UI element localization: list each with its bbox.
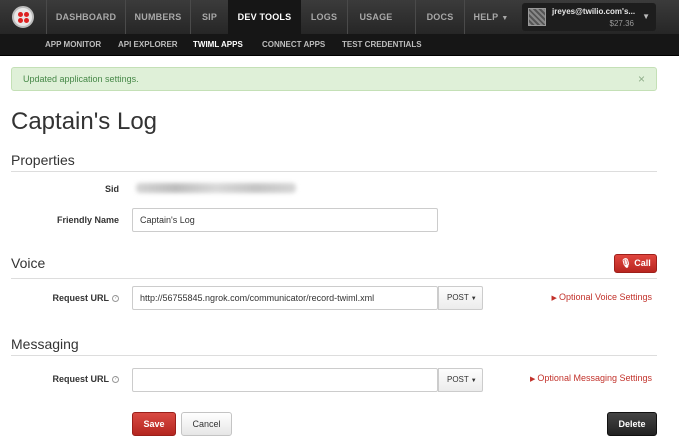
messaging-request-url-label: Request URL? xyxy=(52,374,119,384)
voice-method-select[interactable]: POST ▼ xyxy=(438,286,483,310)
success-alert: Updated application settings. × xyxy=(11,67,657,91)
microphone-icon: 🎙 xyxy=(620,258,632,268)
messaging-request-url-input[interactable] xyxy=(132,368,438,392)
save-button[interactable]: Save xyxy=(132,412,176,436)
subnav-item-api-explorer[interactable]: API EXPLORER xyxy=(118,34,178,56)
chevron-down-icon: ▼ xyxy=(642,12,650,21)
chevron-down-icon: ▼ xyxy=(501,15,509,22)
section-title-properties: Properties xyxy=(11,152,75,168)
voice-request-url-input[interactable] xyxy=(132,286,438,310)
close-icon[interactable]: × xyxy=(638,72,645,86)
nav-item-docs[interactable]: DOCS xyxy=(416,0,464,34)
call-button-label: Call xyxy=(634,258,651,268)
subnav-item-twiml-apps[interactable]: TWIML APPS xyxy=(193,34,243,56)
caret-right-icon: ▶ xyxy=(551,295,557,302)
nav-item-sip[interactable]: SIP xyxy=(191,0,228,34)
section-title-voice: Voice xyxy=(11,255,46,271)
optional-voice-settings-label: Optional Voice Settings xyxy=(558,292,652,302)
caret-down-icon: ▼ xyxy=(470,296,477,302)
twilio-logo-icon[interactable] xyxy=(12,6,34,28)
voice-method-value: POST xyxy=(447,293,469,302)
caret-right-icon: ▶ xyxy=(530,376,536,383)
help-icon[interactable]: ? xyxy=(112,295,119,303)
optional-messaging-settings-link[interactable]: ▶ Optional Messaging Settings xyxy=(530,373,652,383)
section-divider xyxy=(11,278,657,279)
voice-request-url-label: Request URL? xyxy=(52,293,119,303)
sub-navigation: APP MONITOR API EXPLORER TWIML APPS CONN… xyxy=(0,34,679,56)
sid-label: Sid xyxy=(104,184,119,194)
call-button[interactable]: 🎙 Call xyxy=(614,254,657,273)
nav-item-dashboard[interactable]: DASHBOARD xyxy=(47,0,125,34)
optional-voice-settings-link[interactable]: ▶ Optional Voice Settings xyxy=(552,292,652,302)
nav-item-numbers[interactable]: NUMBERS xyxy=(126,0,190,34)
nav-item-logs[interactable]: LOGS xyxy=(301,0,347,34)
sid-value-redacted xyxy=(136,183,296,193)
caret-down-icon: ▼ xyxy=(470,378,477,384)
messaging-request-url-label-text: Request URL xyxy=(52,374,109,384)
nav-item-dev-tools[interactable]: DEV TOOLS xyxy=(228,0,301,34)
nav-item-help[interactable]: HELP ▼ xyxy=(465,0,517,34)
section-divider xyxy=(11,171,657,172)
help-icon[interactable]: ? xyxy=(112,376,119,384)
nav-item-help-label: HELP xyxy=(473,12,499,22)
cancel-button[interactable]: Cancel xyxy=(181,412,232,436)
subnav-item-test-credentials[interactable]: TEST CREDENTIALS xyxy=(342,34,422,56)
page-title: Captain's Log xyxy=(11,108,158,135)
messaging-method-value: POST xyxy=(447,375,469,384)
section-divider xyxy=(11,355,657,356)
friendly-name-label: Friendly Name xyxy=(56,215,119,225)
optional-messaging-settings-label: Optional Messaging Settings xyxy=(537,373,652,383)
account-menu[interactable]: jreyes@twilio.com's... $27.36 ▼ xyxy=(522,3,656,31)
voice-request-url-label-text: Request URL xyxy=(52,293,109,303)
nav-item-usage[interactable]: USAGE xyxy=(348,0,404,34)
account-email: jreyes@twilio.com's... xyxy=(552,7,636,16)
section-title-messaging: Messaging xyxy=(11,336,79,352)
messaging-method-select[interactable]: POST ▼ xyxy=(438,368,483,392)
subnav-item-connect-apps[interactable]: CONNECT APPS xyxy=(262,34,325,56)
friendly-name-input[interactable] xyxy=(132,208,438,232)
delete-button[interactable]: Delete xyxy=(607,412,657,436)
avatar xyxy=(528,8,546,26)
subnav-item-app-monitor[interactable]: APP MONITOR xyxy=(45,34,101,56)
top-navigation: DASHBOARD NUMBERS SIP DEV TOOLS LOGS USA… xyxy=(0,0,679,34)
account-balance: $27.36 xyxy=(609,19,634,28)
alert-message: Updated application settings. xyxy=(23,74,139,84)
